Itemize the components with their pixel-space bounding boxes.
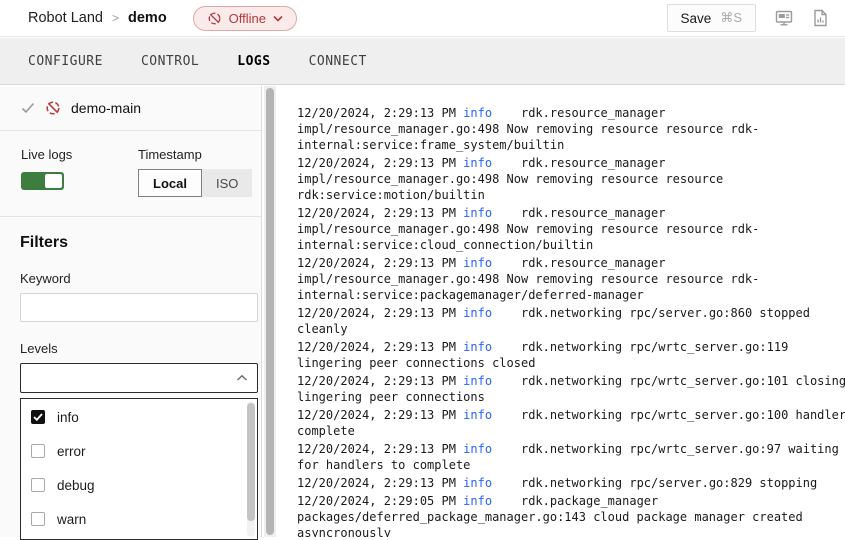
- log-entry: 12/20/2024, 2:29:13 PM info rdk.networki…: [297, 305, 845, 337]
- log-entry: 12/20/2024, 2:29:13 PM info rdk.networki…: [297, 407, 845, 439]
- log-level: info: [463, 106, 492, 120]
- timestamp-label: Timestamp: [138, 147, 202, 162]
- tab-logs[interactable]: LOGS: [237, 50, 270, 73]
- save-button-label: Save: [681, 11, 712, 26]
- dropdown-scrollbar[interactable]: [247, 401, 255, 537]
- wifi-off-icon: [45, 100, 61, 116]
- timestamp-segmented-control: LocalISO: [138, 169, 252, 197]
- log-entry: 12/20/2024, 2:29:13 PM info rdk.resource…: [297, 205, 845, 253]
- unchecked-checkbox-icon[interactable]: [31, 512, 45, 526]
- log-level: info: [463, 340, 492, 354]
- breadcrumb-machine[interactable]: demo: [128, 10, 167, 26]
- log-timestamp: 12/20/2024, 2:29:13 PM: [297, 256, 463, 270]
- log-entry: 12/20/2024, 2:29:05 PM info rdk.package_…: [297, 493, 845, 537]
- level-option-error[interactable]: error: [21, 435, 257, 467]
- log-level: info: [463, 476, 492, 490]
- check-icon: [21, 102, 35, 114]
- tab-connect[interactable]: CONNECT: [309, 50, 367, 73]
- levels-select[interactable]: [20, 363, 258, 393]
- timestamp-option-local[interactable]: Local: [138, 169, 202, 197]
- log-timestamp: 12/20/2024, 2:29:13 PM: [297, 408, 463, 422]
- save-button[interactable]: Save ⌘S: [667, 4, 756, 32]
- level-option-label: error: [57, 444, 86, 459]
- live-logs-toggle[interactable]: [21, 172, 64, 190]
- log-scrollbar[interactable]: [264, 86, 276, 537]
- log-timestamp: 12/20/2024, 2:29:13 PM: [297, 106, 463, 120]
- wifi-off-icon: [207, 11, 222, 26]
- offline-status-label: Offline: [229, 11, 266, 26]
- log-level: info: [463, 206, 492, 220]
- keyword-input[interactable]: [20, 293, 258, 322]
- level-option-debug[interactable]: debug: [21, 469, 257, 501]
- chevron-down-icon: [273, 15, 283, 22]
- log-list: 12/20/2024, 2:29:13 PM info rdk.resource…: [297, 105, 845, 537]
- keyword-label: Keyword: [20, 271, 241, 286]
- log-scrollbar-thumb[interactable]: [266, 88, 274, 535]
- log-controls: Live logs Timestamp LocalISO: [0, 131, 261, 217]
- level-option-label: warn: [57, 512, 86, 527]
- breadcrumb-org[interactable]: Robot Land: [28, 10, 103, 26]
- log-timestamp: 12/20/2024, 2:29:13 PM: [297, 340, 463, 354]
- log-entry: 12/20/2024, 2:29:13 PM info rdk.networki…: [297, 475, 845, 491]
- log-level: info: [463, 442, 492, 456]
- log-entry: 12/20/2024, 2:29:13 PM info rdk.networki…: [297, 441, 845, 473]
- monitor-icon[interactable]: [774, 8, 794, 28]
- live-logs-label: Live logs: [21, 147, 72, 162]
- unchecked-checkbox-icon[interactable]: [31, 478, 45, 492]
- log-level: info: [463, 256, 492, 270]
- level-option-info[interactable]: info: [21, 401, 257, 433]
- log-level: info: [463, 156, 492, 170]
- log-level: info: [463, 306, 492, 320]
- level-option-label: debug: [57, 478, 95, 493]
- filters-heading: Filters: [20, 234, 241, 252]
- log-level: info: [463, 374, 492, 388]
- log-level: info: [463, 408, 492, 422]
- log-timestamp: 12/20/2024, 2:29:13 PM: [297, 156, 463, 170]
- logs-sidebar: demo-main Live logs Timestamp LocalISO F…: [0, 86, 262, 537]
- log-entry: 12/20/2024, 2:29:13 PM info rdk.resource…: [297, 155, 845, 203]
- log-level: info: [463, 494, 492, 508]
- log-entry: 12/20/2024, 2:29:13 PM info rdk.resource…: [297, 255, 845, 303]
- level-option-warn[interactable]: warn: [21, 503, 257, 535]
- tab-bar: CONFIGURE CONTROL LOGS CONNECT: [0, 38, 845, 85]
- levels-dropdown-list: info error debug warn: [20, 398, 258, 540]
- level-option-label: info: [57, 410, 79, 425]
- dropdown-scrollbar-thumb[interactable]: [247, 403, 255, 521]
- document-chart-icon[interactable]: [812, 8, 829, 28]
- breadcrumb-separator: >: [112, 11, 119, 25]
- log-message: rdk.networking rpc/server.go:829 stoppin…: [492, 476, 817, 490]
- log-pane: 12/20/2024, 2:29:13 PM info rdk.resource…: [262, 86, 845, 537]
- levels-label: Levels: [20, 341, 241, 356]
- top-bar: Robot Land > demo Offline Save ⌘S: [0, 0, 845, 37]
- tab-configure[interactable]: CONFIGURE: [28, 50, 103, 73]
- levels-options-container: info error debug warn: [21, 401, 257, 535]
- log-entry: 12/20/2024, 2:29:13 PM info rdk.networki…: [297, 339, 845, 371]
- part-name: demo-main: [71, 100, 141, 116]
- log-timestamp: 12/20/2024, 2:29:13 PM: [297, 374, 463, 388]
- log-timestamp: 12/20/2024, 2:29:05 PM: [297, 494, 463, 508]
- main-content: demo-main Live logs Timestamp LocalISO F…: [0, 86, 845, 537]
- tab-control[interactable]: CONTROL: [141, 50, 199, 73]
- breadcrumb: Robot Land > demo: [28, 10, 167, 26]
- offline-status-badge[interactable]: Offline: [193, 6, 297, 31]
- filters-section: Filters Keyword Levels info error debug war…: [0, 217, 261, 540]
- unchecked-checkbox-icon[interactable]: [31, 444, 45, 458]
- toggle-knob: [45, 174, 62, 188]
- timestamp-option-iso[interactable]: ISO: [202, 169, 252, 197]
- part-row-demo-main[interactable]: demo-main: [0, 86, 261, 131]
- log-timestamp: 12/20/2024, 2:29:13 PM: [297, 442, 463, 456]
- checked-checkbox-icon[interactable]: [31, 410, 45, 424]
- log-entry: 12/20/2024, 2:29:13 PM info rdk.resource…: [297, 105, 845, 153]
- log-timestamp: 12/20/2024, 2:29:13 PM: [297, 306, 463, 320]
- log-timestamp: 12/20/2024, 2:29:13 PM: [297, 206, 463, 220]
- log-entry: 12/20/2024, 2:29:13 PM info rdk.networki…: [297, 373, 845, 405]
- save-shortcut-hint: ⌘S: [720, 10, 742, 26]
- log-timestamp: 12/20/2024, 2:29:13 PM: [297, 476, 463, 490]
